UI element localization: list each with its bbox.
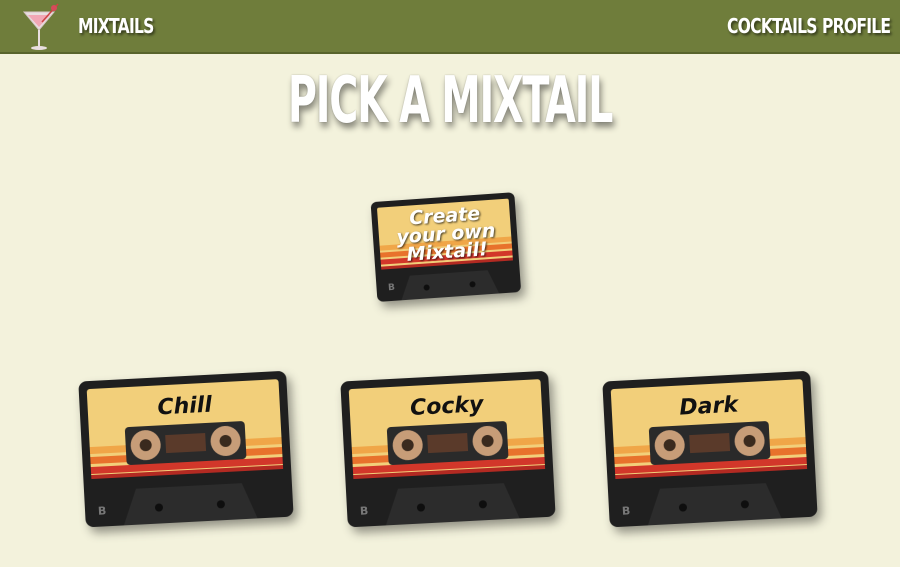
- nav-profile-link[interactable]: PROFILE: [822, 14, 891, 38]
- cassette-icon: [340, 371, 556, 527]
- nav-cocktails-link[interactable]: COCKTAILS: [727, 14, 817, 38]
- page-title: PICK A MIXTAIL: [287, 64, 614, 138]
- tape-chill[interactable]: Chill B: [76, 367, 298, 534]
- cassette-icon: [78, 371, 294, 527]
- martini-glass-icon[interactable]: [20, 2, 60, 52]
- create-mixtail-tape[interactable]: B Create your own Mixtail!: [368, 188, 525, 310]
- brand-link[interactable]: MIXTAILS: [78, 14, 154, 38]
- tape-dark[interactable]: Dark B: [600, 367, 822, 534]
- navbar: MIXTAILS COCKTAILS PROFILE: [0, 0, 900, 54]
- tape-cocky[interactable]: Cocky B: [338, 367, 560, 534]
- cassette-icon: [370, 192, 521, 302]
- cassette-icon: [602, 371, 818, 527]
